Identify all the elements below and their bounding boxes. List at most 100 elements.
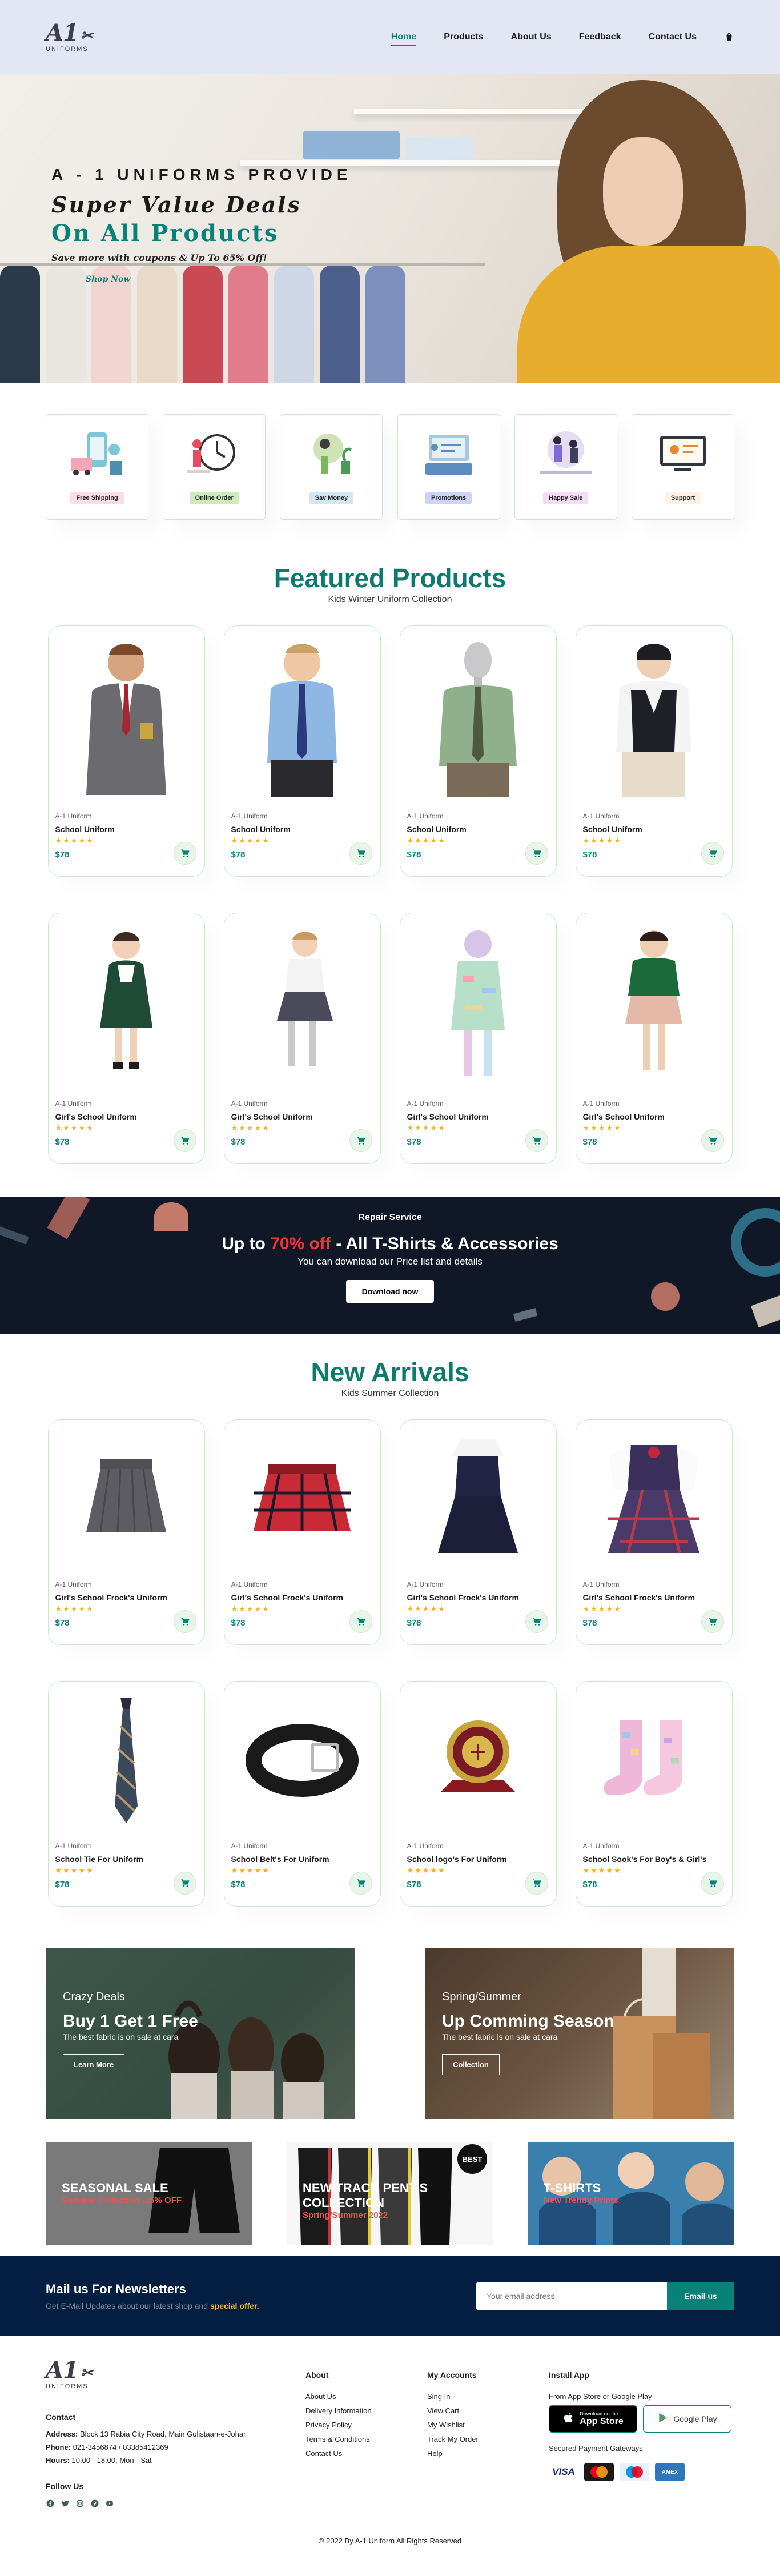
product-card[interactable]: A-1 Uniform School Tie For Uniform ★★★★★… [47, 1681, 205, 1907]
cart-icon[interactable] [173, 1872, 196, 1895]
nav-products[interactable]: Products [444, 32, 483, 42]
cart-icon[interactable] [349, 842, 372, 865]
cart-icon[interactable] [525, 1872, 548, 1895]
footer-link-view-cart[interactable]: View Cart [427, 2406, 549, 2415]
newsletter-title: Mail us For Newsletters [46, 2282, 186, 2296]
payment-methods: VISA AMEX [549, 2463, 731, 2481]
cart-icon[interactable] [701, 1872, 724, 1895]
product-rating: ★★★★★ [407, 836, 446, 845]
footer-link-privacy[interactable]: Privacy Policy [305, 2421, 427, 2429]
pinterest-icon[interactable] [90, 2499, 99, 2508]
footer-logo[interactable]: A1 ✂ UNIFORMS [46, 2359, 305, 2390]
download-now-button[interactable]: Download now [345, 1280, 435, 1303]
product-image [55, 1426, 198, 1571]
feature-label: Sav Money [309, 492, 354, 504]
cart-icon[interactable] [701, 1610, 724, 1633]
footer-link-track-order[interactable]: Track My Order [427, 2435, 549, 2443]
product-card[interactable]: A-1 Uniform School Belt's For Uniform ★★… [223, 1681, 381, 1907]
hero-shelf [240, 160, 560, 166]
nav-home[interactable]: Home [391, 32, 417, 46]
twitter-icon[interactable] [61, 2499, 70, 2508]
boy-blue-shirt-uniform-image [267, 644, 337, 797]
footer-link-delivery[interactable]: Delivery Information [305, 2406, 427, 2415]
product-name: School Uniform [407, 825, 467, 834]
footer-link-about-us[interactable]: About Us [305, 2392, 427, 2401]
instagram-icon[interactable] [75, 2499, 85, 2508]
email-input[interactable] [476, 2282, 667, 2310]
cart-icon[interactable] [349, 1610, 372, 1633]
cart-icon[interactable] [349, 1129, 372, 1152]
footer-link-terms[interactable]: Terms & Conditions [305, 2435, 427, 2443]
product-name: Girl's School Uniform [407, 1112, 489, 1121]
learn-more-button[interactable]: Learn More [63, 2054, 125, 2075]
online-order-icon [187, 434, 236, 473]
sm-banner-text: The best fabric is on sale at cara [442, 2032, 558, 2041]
shop-now-button[interactable]: Shop Now [86, 275, 130, 284]
feature-support: Support [631, 414, 734, 520]
cart-icon[interactable] [525, 1610, 548, 1633]
cart-icon[interactable] [525, 1129, 548, 1152]
contact-phone: Phone: 021-3456874 / 03385412369 [46, 2443, 305, 2451]
scissors-icon: ✂ [80, 27, 93, 45]
girl-uniform-image-placeholder [451, 930, 505, 1076]
product-card[interactable]: A-1 Uniform School Sook's For Boy's & Gi… [575, 1681, 733, 1907]
facebook-icon[interactable] [46, 2499, 55, 2508]
cart-icon[interactable] [173, 1129, 196, 1152]
features-section: Free Shipping Online Order Sav Money Pro… [0, 383, 780, 551]
product-card[interactable]: A-1 Uniform Girl's School Frock's Unifor… [399, 1419, 557, 1645]
save-money-icon [313, 434, 352, 474]
newsletter-text-accent: special offer. [210, 2301, 259, 2310]
nav-about[interactable]: About Us [511, 32, 552, 42]
sm-banner-eyebrow: Crazy Deals [63, 1991, 125, 2003]
footer-install-app: Install App From App Store or Google Pla… [549, 2359, 731, 2508]
cart-icon[interactable] [701, 842, 724, 865]
product-card[interactable]: A-1 Uniform Girl's School Frock's Unifor… [575, 1419, 733, 1645]
footer-link-help[interactable]: Help [427, 2449, 549, 2458]
product-image [231, 632, 373, 803]
cart-icon[interactable] [349, 1872, 372, 1895]
tri-banner-subtitle: Summer Collection -25% OFF [62, 2196, 182, 2205]
product-card[interactable]: A-1 Uniform School Uniform ★★★★★ $78 [575, 625, 733, 877]
cart-icon[interactable] [173, 842, 196, 865]
product-card[interactable]: A-1 Uniform Girl's School Uniform ★★★★★ … [575, 913, 733, 1164]
main-nav: Home Products About Us Feedback Contact … [391, 32, 734, 46]
small-banners: Crazy Deals Buy 1 Get 1 Free The best fa… [0, 1919, 780, 2119]
footer-link-contact[interactable]: Contact Us [305, 2449, 427, 2458]
plaid-frock-image [608, 1444, 699, 1554]
product-card[interactable]: A-1 Uniform Girl's School Frock's Unifor… [223, 1419, 381, 1645]
google-play-icon [657, 2412, 669, 2427]
feature-happy-sale: Happy Sale [514, 414, 617, 520]
product-card[interactable]: A-1 Uniform Girl's School Uniform ★★★★★ … [399, 913, 557, 1164]
cart-icon[interactable] [701, 1129, 724, 1152]
product-rating: ★★★★★ [55, 1866, 94, 1875]
green-shirt-mannequin-image [439, 642, 517, 797]
product-card[interactable]: A-1 Uniform School logo's For Uniform ★★… [399, 1681, 557, 1907]
crazy-deals-banner: Crazy Deals Buy 1 Get 1 Free The best fa… [46, 1948, 355, 2119]
hero-model-sweater [517, 246, 780, 383]
youtube-icon[interactable] [105, 2499, 114, 2508]
google-play-button[interactable]: Google Play [643, 2405, 731, 2433]
product-card[interactable]: A-1 Uniform Girl's School Uniform ★★★★★ … [47, 913, 205, 1164]
product-card[interactable]: A-1 Uniform Girl's School Frock's Unifor… [47, 1419, 205, 1645]
product-card[interactable]: A-1 Uniform Girl's School Uniform ★★★★★ … [223, 913, 381, 1164]
product-card[interactable]: A-1 Uniform School Uniform ★★★★★ $78 [47, 625, 205, 877]
address-value: Block 13 Rabia City Road, Main Gulistaan… [79, 2430, 246, 2438]
footer-link-sign-in[interactable]: Sing In [427, 2392, 549, 2401]
nav-feedback[interactable]: Feedback [579, 32, 621, 42]
email-us-button[interactable]: Email us [667, 2282, 734, 2310]
feature-label: Support [665, 492, 701, 504]
app-store-button[interactable]: Download on the App Store [549, 2405, 637, 2433]
site-logo[interactable]: A1 ✂ UNIFORMS [46, 22, 93, 53]
collection-button[interactable]: Collection [442, 2054, 500, 2075]
nav-contact[interactable]: Contact Us [649, 32, 697, 42]
amex-icon: AMEX [655, 2463, 685, 2481]
phone-value: 021-3456874 / 03385412369 [73, 2443, 168, 2451]
product-rating: ★★★★★ [231, 836, 270, 845]
footer-link-wishlist[interactable]: My Wishlist [427, 2421, 549, 2429]
product-card[interactable]: A-1 Uniform School Uniform ★★★★★ $78 [399, 625, 557, 877]
cart-icon[interactable] [173, 1610, 196, 1633]
cart-icon[interactable] [525, 842, 548, 865]
product-rating: ★★★★★ [582, 1604, 622, 1613]
product-card[interactable]: A-1 Uniform School Uniform ★★★★★ $78 [223, 625, 381, 877]
shopping-bag-icon[interactable] [724, 32, 734, 42]
